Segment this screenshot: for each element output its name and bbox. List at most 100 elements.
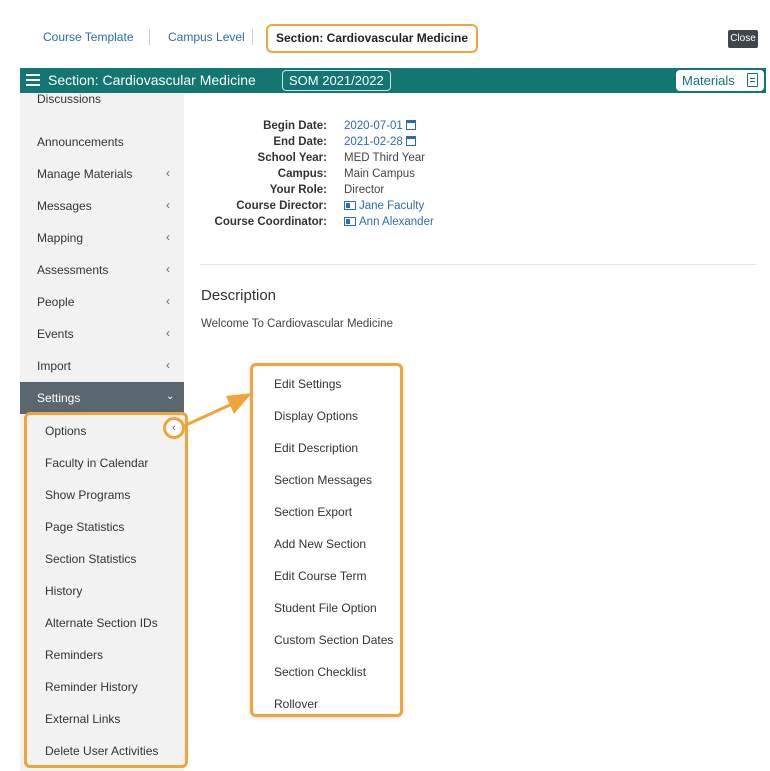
menu-item-section-export[interactable]: Section Export [253, 497, 400, 527]
menu-item-edit-description[interactable]: Edit Description [253, 433, 400, 463]
settings-subitem-page-statistics[interactable]: Page Statistics [27, 512, 185, 544]
calendar-icon [405, 136, 416, 146]
materials-button[interactable]: Materials [676, 70, 764, 91]
close-button[interactable]: Close [728, 30, 758, 48]
options-expand-chevron-icon[interactable]: ‹ [163, 417, 185, 439]
sidebar-item-people[interactable]: People ‹ [20, 286, 184, 318]
menu-item-label: Section Checklist [274, 665, 367, 679]
coordinator-label: Course Coordinator: [214, 216, 327, 228]
subitem-label: Options [45, 424, 87, 438]
school-year-value: MED Third Year [344, 152, 425, 164]
menu-item-label: Student File Option [274, 601, 377, 615]
settings-subitem-options[interactable]: Options [27, 416, 185, 448]
chevron-down-icon: ⌄ [166, 391, 175, 402]
menu-item-edit-course-term[interactable]: Edit Course Term [253, 561, 400, 591]
campus-value: Main Campus [344, 168, 415, 180]
subitem-label: External Links [45, 712, 121, 726]
sidebar-item-label: Manage Materials [37, 167, 133, 181]
director-link[interactable]: Jane Faculty [344, 200, 424, 212]
menu-item-section-checklist[interactable]: Section Checklist [253, 657, 400, 687]
end-date-value[interactable]: 2021-02-28 [344, 136, 416, 148]
subitem-label: Show Programs [45, 488, 131, 502]
sidebar-item-manage-materials[interactable]: Manage Materials ‹ [20, 158, 184, 190]
menu-item-label: Edit Settings [274, 377, 342, 391]
sidebar-item-announcements[interactable]: Announcements [20, 126, 184, 158]
role-value: Director [344, 184, 385, 196]
menu-item-edit-settings[interactable]: Edit Settings [253, 369, 400, 399]
begin-date-value[interactable]: 2020-07-01 [344, 120, 416, 132]
school-year-label: School Year: [257, 152, 327, 164]
settings-subitem-reminder-history[interactable]: Reminder History [27, 672, 185, 704]
end-date-label: End Date: [273, 136, 327, 148]
menu-item-label: Section Export [274, 505, 353, 519]
menu-item-display-options[interactable]: Display Options [253, 401, 400, 431]
settings-subitem-show-programs[interactable]: Show Programs [27, 480, 185, 512]
director-label: Course Director: [236, 200, 327, 212]
section-header-bar: Section: Cardiovascular Medicine SOM 202… [20, 68, 766, 93]
coordinator-link[interactable]: Ann Alexander [344, 216, 434, 228]
menu-item-add-new-section[interactable]: Add New Section [253, 529, 400, 559]
sidebar-item-messages[interactable]: Messages ‹ [20, 190, 184, 222]
chevron-left-icon: ‹ [166, 294, 170, 308]
breadcrumb-course-template[interactable]: Course Template [43, 30, 134, 44]
settings-subitem-alternate-section-ids[interactable]: Alternate Section IDs [27, 608, 185, 640]
sidebar-item-import[interactable]: Import ‹ [20, 350, 184, 382]
calendar-icon [405, 120, 416, 130]
menu-item-label: Display Options [274, 409, 359, 423]
options-popup-menu: Edit Settings Display Options Edit Descr… [250, 363, 403, 717]
breadcrumb-current-section[interactable]: Section: Cardiovascular Medicine [266, 24, 479, 53]
settings-subitem-reminders[interactable]: Reminders [27, 640, 185, 672]
description-text: Welcome To Cardiovascular Medicine [201, 318, 393, 330]
campus-label: Campus: [277, 168, 327, 180]
chevron-left-icon: ‹ [166, 358, 170, 372]
chevron-left-icon: ‹ [166, 262, 170, 276]
divider [200, 264, 756, 265]
settings-subitem-external-links[interactable]: External Links [27, 704, 185, 736]
sidebar-item-label: Mapping [37, 231, 84, 245]
role-label: Your Role: [269, 184, 327, 196]
breadcrumb-separator [149, 29, 150, 45]
menu-item-label: Add New Section [274, 537, 367, 551]
chevron-left-icon: ‹ [166, 326, 170, 340]
begin-date-label: Begin Date: [263, 120, 327, 132]
chevron-left-icon: ‹ [166, 198, 170, 212]
sidebar-item-label: Events [37, 327, 74, 341]
sidebar-item-label: Assessments [37, 263, 109, 277]
menu-item-label: Section Messages [274, 473, 373, 487]
section-title: Section: Cardiovascular Medicine [48, 72, 256, 88]
subitem-label: Reminder History [45, 680, 138, 694]
chevron-left-icon: ‹ [166, 230, 170, 244]
hamburger-menu-icon[interactable] [26, 74, 40, 86]
settings-subitem-history[interactable]: History [27, 576, 185, 608]
sidebar-item-discussions[interactable]: Discussions [20, 92, 184, 107]
menu-item-custom-section-dates[interactable]: Custom Section Dates [253, 625, 400, 655]
sidebar-item-label: People [37, 295, 75, 309]
subitem-label: Reminders [45, 648, 104, 662]
menu-item-section-messages[interactable]: Section Messages [253, 465, 400, 495]
sidebar-item-settings[interactable]: Settings ⌄ [20, 382, 184, 414]
document-icon [747, 73, 758, 87]
menu-item-rollover[interactable]: Rollover [253, 689, 400, 719]
sidebar-item-events[interactable]: Events ‹ [20, 318, 184, 350]
settings-subitem-faculty-in-calendar[interactable]: Faculty in Calendar [27, 448, 185, 480]
subitem-label: Section Statistics [45, 552, 137, 566]
chevron-left-icon: ‹ [166, 166, 170, 180]
subitem-label: Alternate Section IDs [45, 616, 158, 630]
school-year-badge: SOM 2021/2022 [282, 70, 391, 91]
sidebar-item-label: Announcements [37, 135, 124, 149]
settings-subitem-delete-user-activities[interactable]: Delete User Activities [27, 736, 185, 768]
contact-card-icon [344, 201, 356, 210]
description-heading: Description [201, 287, 277, 304]
sidebar-item-label: Messages [37, 199, 92, 213]
sidebar-item-label: Discussions [37, 92, 102, 106]
settings-submenu: Options Faculty in Calendar Show Program… [24, 412, 188, 768]
menu-item-student-file-option[interactable]: Student File Option [253, 593, 400, 623]
menu-item-label: Edit Description [274, 441, 359, 455]
contact-card-icon [344, 217, 356, 226]
sidebar-item-mapping[interactable]: Mapping ‹ [20, 222, 184, 254]
breadcrumb-campus-level[interactable]: Campus Level [168, 30, 245, 44]
sidebar-item-assessments[interactable]: Assessments ‹ [20, 254, 184, 286]
menu-item-label: Custom Section Dates [274, 633, 394, 647]
settings-subitem-section-statistics[interactable]: Section Statistics [27, 544, 185, 576]
menu-item-label: Rollover [274, 697, 319, 711]
